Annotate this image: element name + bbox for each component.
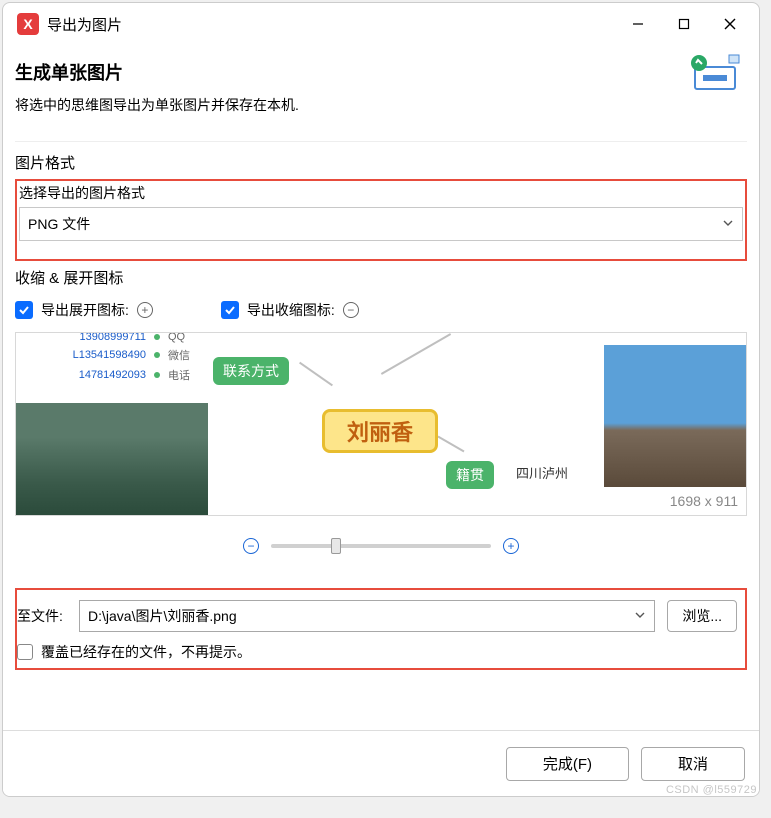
- export-expand-checkbox[interactable]: [15, 301, 33, 319]
- mindmap-origin-node: 籍贯: [446, 461, 494, 489]
- highlight-format-box: 选择导出的图片格式 PNG 文件: [15, 179, 747, 261]
- export-collapse-label: 导出收缩图标:: [247, 300, 335, 320]
- titlebar: X 导出为图片: [3, 3, 759, 45]
- window-title: 导出为图片: [47, 14, 615, 35]
- finish-button[interactable]: 完成(F): [506, 747, 629, 781]
- window-controls: [615, 8, 753, 40]
- preview-pane: 13908999711QQ L13541598490微信 14781492093…: [15, 332, 747, 516]
- zoom-controls: − +: [15, 526, 747, 578]
- overwrite-checkbox[interactable]: [17, 644, 33, 660]
- minimize-button[interactable]: [615, 8, 661, 40]
- close-button[interactable]: [707, 8, 753, 40]
- preview-dimensions: 1698 x 911: [670, 493, 738, 509]
- contact-row: 13908999711QQ: [46, 332, 190, 345]
- highlight-file-box: 至文件: D:\java\图片\刘丽香.png 浏览... 覆盖已经存在的文件，…: [15, 588, 747, 670]
- app-icon: X: [17, 13, 39, 35]
- zoom-in-button[interactable]: +: [503, 538, 519, 554]
- cancel-button[interactable]: 取消: [641, 747, 745, 781]
- format-select[interactable]: PNG 文件: [19, 207, 743, 241]
- format-section-label: 图片格式: [15, 152, 747, 173]
- export-expand-label: 导出展开图标:: [41, 300, 129, 320]
- file-label: 至文件:: [17, 606, 73, 626]
- mindmap-origin-text: 四川泸州: [516, 463, 568, 482]
- preview-image-right: [604, 345, 746, 487]
- file-path-value: D:\java\图片\刘丽香.png: [88, 606, 237, 626]
- minus-circle-icon: −: [343, 302, 359, 318]
- mindmap-contact-node: 联系方式: [213, 357, 289, 385]
- format-field-label: 选择导出的图片格式: [19, 183, 743, 203]
- zoom-slider-thumb[interactable]: [331, 538, 341, 554]
- page-subheading: 将选中的思维图导出为单张图片并保存在本机.: [15, 95, 299, 115]
- plus-circle-icon: +: [137, 302, 153, 318]
- format-selected-value: PNG 文件: [28, 214, 90, 234]
- contact-list: 13908999711QQ L13541598490微信 14781492093…: [46, 332, 190, 385]
- chevron-down-icon: [722, 216, 734, 232]
- zoom-slider[interactable]: [271, 544, 491, 548]
- maximize-button[interactable]: [661, 8, 707, 40]
- page-heading: 生成单张图片: [15, 59, 299, 85]
- browse-button[interactable]: 浏览...: [667, 600, 737, 632]
- export-image-illustration-icon: [685, 53, 741, 93]
- preview-image-left: [16, 403, 208, 516]
- zoom-out-button[interactable]: −: [243, 538, 259, 554]
- export-collapse-checkbox[interactable]: [221, 301, 239, 319]
- export-dialog: X 导出为图片 生成单张图片 将选中的思维图导出为单张图片并保存在本机. 图片格…: [2, 2, 760, 797]
- contact-row: 14781492093电话: [46, 365, 190, 385]
- chevron-down-icon: [634, 608, 646, 624]
- contact-row: L13541598490微信: [46, 345, 190, 365]
- overwrite-label: 覆盖已经存在的文件，不再提示。: [41, 642, 251, 662]
- dialog-footer: 完成(F) 取消: [3, 730, 759, 796]
- mindmap-center-node: 刘丽香: [322, 409, 438, 453]
- icons-group-label: 收缩 & 展开图标: [15, 267, 747, 288]
- file-path-input[interactable]: D:\java\图片\刘丽香.png: [79, 600, 655, 632]
